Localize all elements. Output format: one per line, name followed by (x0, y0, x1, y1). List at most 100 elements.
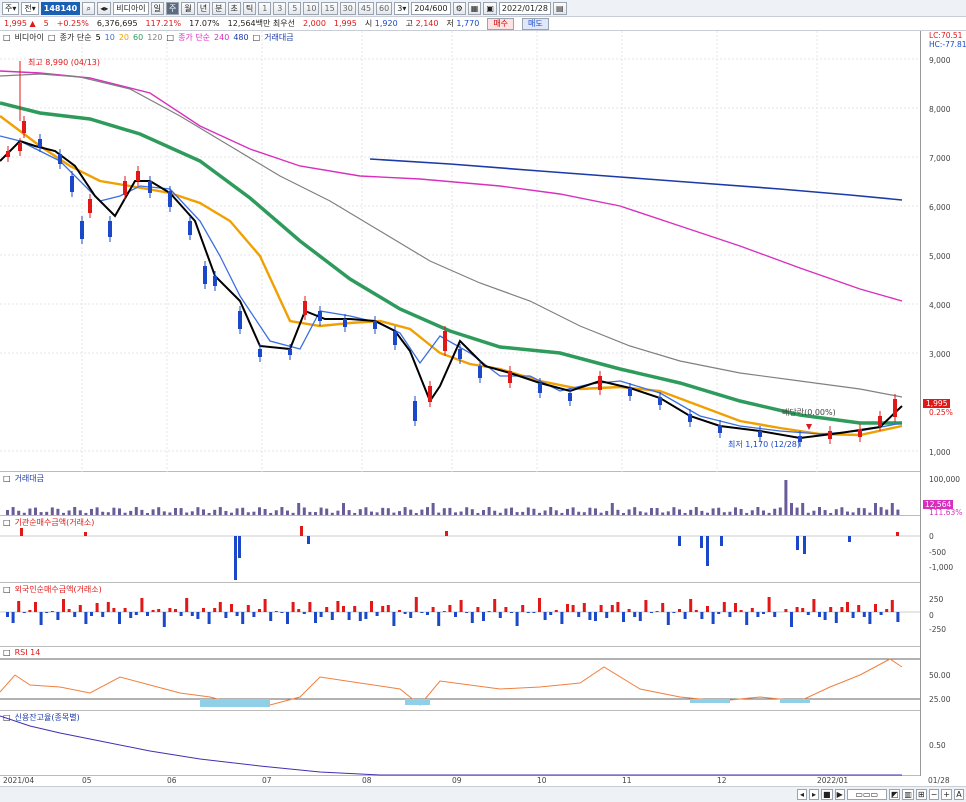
stop-icon[interactable]: ■ (821, 789, 833, 800)
buy-button[interactable]: 매수 (487, 17, 515, 30)
layout-icon[interactable]: ▥ (902, 789, 914, 800)
font-size-icon[interactable]: A (954, 789, 964, 800)
scroll-first-icon[interactable]: ◂ (797, 789, 808, 800)
foreign-bar (857, 605, 861, 612)
volume-bar (370, 511, 373, 515)
minute-60[interactable]: 60 (376, 1, 393, 15)
volume-bar (851, 512, 855, 515)
foreign-bar (638, 612, 642, 621)
minute-15[interactable]: 15 (321, 1, 338, 15)
minute-3[interactable]: 3 (273, 1, 287, 15)
foreign-bar (431, 607, 435, 612)
grid-icon[interactable]: ▦ (467, 1, 482, 15)
period-day[interactable]: 일 (150, 1, 165, 15)
volume-bar (885, 509, 889, 515)
compare-icon[interactable]: ⊞ (915, 789, 927, 800)
zoom-out-icon[interactable]: − (928, 789, 940, 800)
institution-bar (307, 536, 310, 544)
search-icon[interactable]: ⌕ (82, 1, 96, 15)
price-pane[interactable]: 최고 8,990 (04/13) 최저 1,170 (12/28) 배당락(0.00… (0, 31, 920, 472)
volume-pane[interactable]: □ 거래대금 (0, 472, 920, 516)
scroll-last-icon[interactable]: ▸ (809, 789, 820, 800)
period-minute[interactable]: 분 (212, 1, 226, 15)
zoom-in-icon[interactable]: + (941, 789, 952, 800)
volume-bar (734, 507, 737, 515)
calendar-icon[interactable]: ▤ (552, 1, 567, 15)
foreign-bar (476, 607, 480, 612)
sell-button[interactable]: 매도 (522, 17, 549, 30)
volume-bar (90, 508, 93, 515)
volume-bar (526, 507, 530, 515)
x-tick: 11 (622, 776, 632, 785)
minute-10[interactable]: 10 (303, 1, 320, 15)
period-tick[interactable]: 틱 (242, 1, 257, 15)
candle-body (38, 139, 42, 147)
institution-title: 기관순매수금액(거래소) (14, 518, 95, 527)
volume-bar (73, 507, 77, 515)
legend-box-icon: □ (48, 33, 56, 42)
volume-bar (185, 512, 189, 515)
volume-bar (34, 507, 37, 515)
volume-bar (157, 507, 161, 515)
prev-next-icon[interactable]: ◂▸ (97, 1, 112, 15)
candle-body (318, 311, 322, 321)
volume-legend: □ 거래대금 (3, 473, 44, 484)
period-second[interactable]: 초 (227, 1, 241, 15)
foreign-bar (325, 607, 329, 612)
volume-bar (168, 512, 172, 515)
foreign-bar (403, 612, 407, 614)
volume-bar (465, 507, 469, 515)
stock-code-input[interactable]: 148140 (40, 1, 81, 15)
credit-pane[interactable]: □ 신용잔고율(종목별) (0, 711, 920, 776)
volume-bar (577, 511, 581, 515)
volume-bar (661, 512, 665, 515)
save-icon[interactable]: ▣ (483, 1, 497, 15)
foreign-bar (342, 606, 345, 612)
foreign-bar (95, 603, 99, 612)
foreign-bar (185, 598, 189, 612)
foreign-pane[interactable]: □ 외국인순매수금액(거래소) (0, 583, 920, 647)
volume-bar (437, 512, 441, 515)
y-tick: 5,000 (929, 252, 951, 261)
volume-bar (549, 507, 553, 515)
period-week[interactable]: 주 (166, 1, 180, 15)
foreign-bar (241, 612, 245, 624)
credit-title: 신용잔고율(종목별) (14, 713, 80, 722)
minute-5[interactable]: 5 (288, 1, 302, 15)
y-tick: 50.00 (929, 671, 951, 680)
minute-1[interactable]: 1 (258, 1, 272, 15)
volume-bar (644, 512, 648, 515)
foreign-bar (812, 599, 816, 612)
foreign-bar (588, 612, 592, 620)
foreign-bar (246, 605, 250, 612)
minute-30[interactable]: 30 (339, 1, 356, 15)
volume-bar (857, 507, 861, 515)
minute-45[interactable]: 45 (357, 1, 375, 15)
settings-icon[interactable]: ⚙ (452, 1, 466, 15)
legend-ma20: 20 (118, 33, 130, 42)
institution-pane[interactable]: □ 기관순매수금액(거래소) (0, 516, 920, 583)
rsi-pane[interactable]: □ RSI 14 (0, 647, 920, 711)
foreign-bar (840, 607, 844, 612)
count-input[interactable]: 204/600 (411, 1, 451, 15)
volume-bar (823, 510, 827, 515)
foreign-bar (101, 612, 105, 617)
scrollbar[interactable]: ▭▭▭ (846, 789, 887, 800)
foreign-bar (302, 612, 306, 614)
current-price-tag: 1,995 (923, 399, 951, 408)
period-year[interactable]: 년 (196, 1, 211, 15)
candle-body (213, 276, 217, 286)
volume-bar (605, 510, 609, 515)
period-month[interactable]: 월 (181, 1, 195, 15)
date-input[interactable]: 2022/01/28 (498, 1, 551, 15)
interval-input[interactable]: 3 ▾ (394, 1, 410, 15)
foreign-bar (846, 602, 849, 612)
chart-type-select[interactable]: 주 ▾ (2, 1, 20, 15)
drawing-tools-icon[interactable]: ◩ (888, 789, 901, 800)
foreign-bar (616, 602, 620, 612)
y-tick: 100,000 (929, 475, 961, 484)
volume-bar (347, 510, 351, 515)
market-select[interactable]: 전 ▾ (21, 1, 39, 15)
play-icon[interactable]: ▶ (834, 789, 845, 800)
foreign-bar (319, 612, 323, 617)
